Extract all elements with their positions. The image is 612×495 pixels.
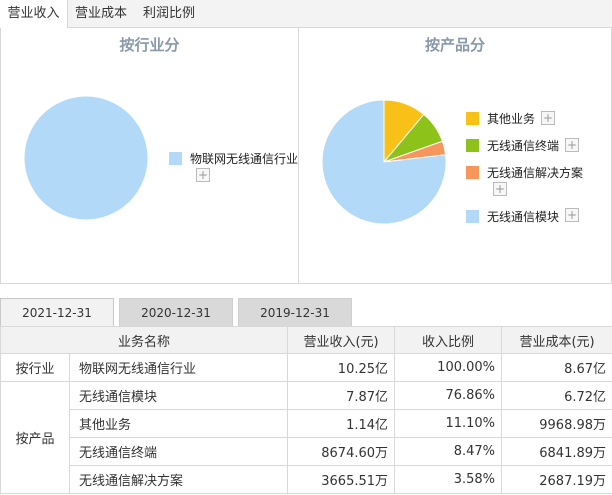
tab-revenue[interactable]: 营业收入 — [0, 0, 68, 29]
tab-profit-ratio[interactable]: 利润比例 — [134, 0, 204, 28]
product-legend-item-3[interactable]: 无线通信模块 — [466, 208, 559, 225]
table-row: 无线通信终端 8674.60万 8.47% 6841.89万 — [1, 437, 612, 466]
expand-plus-icon[interactable]: + — [541, 111, 555, 125]
row-revenue: 3665.51万 — [287, 465, 396, 494]
row-name: 无线通信解决方案 — [68, 465, 289, 494]
table-row: 按产品 无线通信模块 7.87亿 76.86% 6.72亿 — [0, 381, 612, 494]
industry-legend-item-0[interactable]: 物联网无线通信行业 — [169, 150, 298, 167]
row-ratio: 100.00% — [394, 353, 503, 382]
header-cost: 营业成本(元) — [501, 326, 612, 354]
legend-swatch — [466, 139, 479, 152]
row-cost: 2687.19万 — [501, 465, 612, 494]
legend-swatch — [466, 112, 479, 125]
row-cost: 6.72亿 — [501, 381, 612, 410]
top-tab-bar: 营业收入 营业成本 利润比例 — [0, 0, 612, 29]
row-name: 无线通信终端 — [68, 437, 289, 466]
period-tab-2019[interactable]: 2019-12-31 — [238, 298, 352, 326]
period-tab-2020[interactable]: 2020-12-31 — [119, 298, 233, 326]
expand-plus-icon[interactable]: + — [565, 138, 579, 152]
header-ratio: 收入比例 — [394, 326, 503, 354]
row-cost: 6841.89万 — [501, 437, 612, 466]
legend-swatch — [466, 210, 479, 223]
row-revenue: 8674.60万 — [287, 437, 396, 466]
revenue-breakdown-table: 业务名称 营业收入(元) 收入比例 营业成本(元) 按行业 物联网无线通信行业 … — [0, 326, 612, 494]
legend-label: 物联网无线通信行业 — [190, 152, 299, 166]
row-name: 其他业务 — [68, 409, 289, 438]
product-pie-chart — [321, 99, 447, 225]
legend-label: 其他业务 — [487, 112, 536, 126]
product-chart-panel: 按产品分 其他业务 + 无线通信终端 + 无线通信解决方案 + 无线通信模块 + — [299, 28, 612, 284]
table-row: 无线通信解决方案 3665.51万 3.58% 2687.19万 — [1, 465, 612, 494]
tab-cost[interactable]: 营业成本 — [68, 0, 134, 28]
table-header-row: 业务名称 营业收入(元) 收入比例 营业成本(元) — [0, 326, 612, 354]
table-row: 其他业务 1.14亿 11.10% 9968.98万 — [1, 409, 612, 438]
legend-label: 无线通信终端 — [487, 139, 560, 153]
row-cost: 9968.98万 — [501, 409, 612, 438]
group-label-product: 按产品 — [0, 381, 70, 494]
legend-label: 无线通信模块 — [487, 210, 560, 224]
row-ratio: 3.58% — [394, 465, 503, 494]
product-legend-item-0[interactable]: 其他业务 — [466, 110, 535, 127]
product-legend-item-1[interactable]: 无线通信终端 — [466, 137, 559, 154]
table-row: 按行业 物联网无线通信行业 10.25亿 100.00% 8.67亿 — [0, 353, 612, 382]
row-revenue: 1.14亿 — [287, 409, 396, 438]
header-revenue: 营业收入(元) — [287, 326, 396, 354]
row-name: 物联网无线通信行业 — [68, 353, 289, 382]
row-ratio: 8.47% — [394, 437, 503, 466]
expand-plus-icon[interactable]: + — [493, 182, 507, 196]
row-cost: 8.67亿 — [501, 353, 612, 382]
row-ratio: 11.10% — [394, 409, 503, 438]
header-business-name: 业务名称 — [0, 326, 289, 354]
industry-chart-panel: 按行业分 物联网无线通信行业 + — [0, 28, 299, 284]
pie-slice-物联网无线通信行业[interactable] — [23, 95, 149, 221]
legend-label: 无线通信解决方案 — [487, 166, 584, 180]
group-label-industry: 按行业 — [0, 353, 70, 382]
legend-swatch — [466, 166, 479, 179]
row-revenue: 10.25亿 — [287, 353, 396, 382]
row-name: 无线通信模块 — [68, 381, 289, 410]
row-ratio: 76.86% — [394, 381, 503, 410]
period-tab-2021[interactable]: 2021-12-31 — [0, 298, 114, 326]
product-legend-item-2[interactable]: 无线通信解决方案 — [466, 164, 583, 181]
expand-plus-icon[interactable]: + — [196, 168, 210, 182]
expand-plus-icon[interactable]: + — [565, 208, 579, 222]
row-revenue: 7.87亿 — [287, 381, 396, 410]
legend-swatch — [169, 152, 182, 165]
